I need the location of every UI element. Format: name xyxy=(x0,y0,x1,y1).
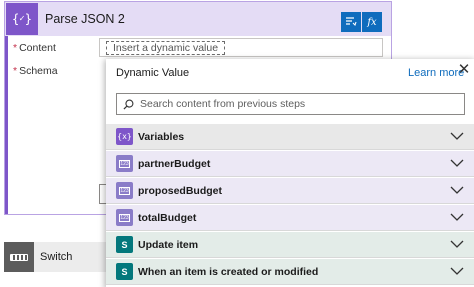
list-item-partnerbudget[interactable]: 123 partnerBudget xyxy=(106,151,474,177)
variable-type-icon: 123 xyxy=(116,155,133,172)
card-accent-rule xyxy=(5,36,8,214)
braces-variable-icon: {✓} xyxy=(6,3,38,35)
sharepoint-icon: S xyxy=(116,263,133,280)
chevron-down-icon xyxy=(450,267,464,275)
content-field-label: * Content xyxy=(13,42,56,54)
close-icon[interactable]: ✕ xyxy=(457,62,471,77)
variable-type-icon: 123 xyxy=(116,209,133,226)
content-input[interactable]: Insert a dynamic value xyxy=(99,38,383,57)
chevron-down-icon xyxy=(450,213,464,221)
section-when-item-created-or-modified[interactable]: S When an item is created or modified xyxy=(106,259,474,285)
chevron-down-icon xyxy=(450,240,464,248)
row-label: Variables xyxy=(138,131,185,143)
flow-designer-canvas: {✓} Parse JSON 2 * Content Insert a dynam… xyxy=(0,0,474,287)
variables-icon: {x} xyxy=(116,128,133,145)
row-label: proposedBudget xyxy=(138,185,222,197)
switch-card[interactable]: Switch xyxy=(4,242,108,272)
card-header[interactable]: {✓} Parse JSON 2 xyxy=(5,2,391,36)
search-box[interactable]: Search content from previous steps xyxy=(116,93,465,115)
chevron-down-icon xyxy=(450,186,464,194)
variable-type-icon: 123 xyxy=(116,182,133,199)
expression-button[interactable]: fx xyxy=(362,12,382,32)
insert-dynamic-value-placeholder[interactable]: Insert a dynamic value xyxy=(106,41,226,55)
section-variables[interactable]: {x} Variables xyxy=(106,124,474,150)
search-icon xyxy=(123,99,134,110)
row-label: Update item xyxy=(138,239,199,251)
list-item-proposedbudget[interactable]: 123 proposedBudget xyxy=(106,178,474,204)
dynamic-value-panel: Dynamic Value Learn more ✕ Search conten… xyxy=(106,59,474,287)
row-label: When an item is created or modified xyxy=(138,266,319,278)
row-label: partnerBudget xyxy=(138,158,211,170)
schema-field-label: * Schema xyxy=(13,65,58,77)
row-label: totalBudget xyxy=(138,212,197,224)
switch-label: Switch xyxy=(40,251,73,263)
search-input[interactable]: Search content from previous steps xyxy=(140,98,305,110)
panel-title: Dynamic Value xyxy=(116,67,190,79)
card-title: Parse JSON 2 xyxy=(45,12,125,26)
sharepoint-icon: S xyxy=(116,236,133,253)
chevron-down-icon xyxy=(450,159,464,167)
dynamic-content-button[interactable] xyxy=(341,12,361,32)
section-update-item[interactable]: S Update item xyxy=(106,232,474,258)
learn-more-link[interactable]: Learn more xyxy=(408,67,464,79)
list-item-totalbudget[interactable]: 123 totalBudget xyxy=(106,205,474,231)
expression-label: fx xyxy=(367,16,377,28)
switch-icon xyxy=(4,242,34,272)
dynamic-content-icon xyxy=(346,17,357,27)
chevron-down-icon xyxy=(450,132,464,140)
